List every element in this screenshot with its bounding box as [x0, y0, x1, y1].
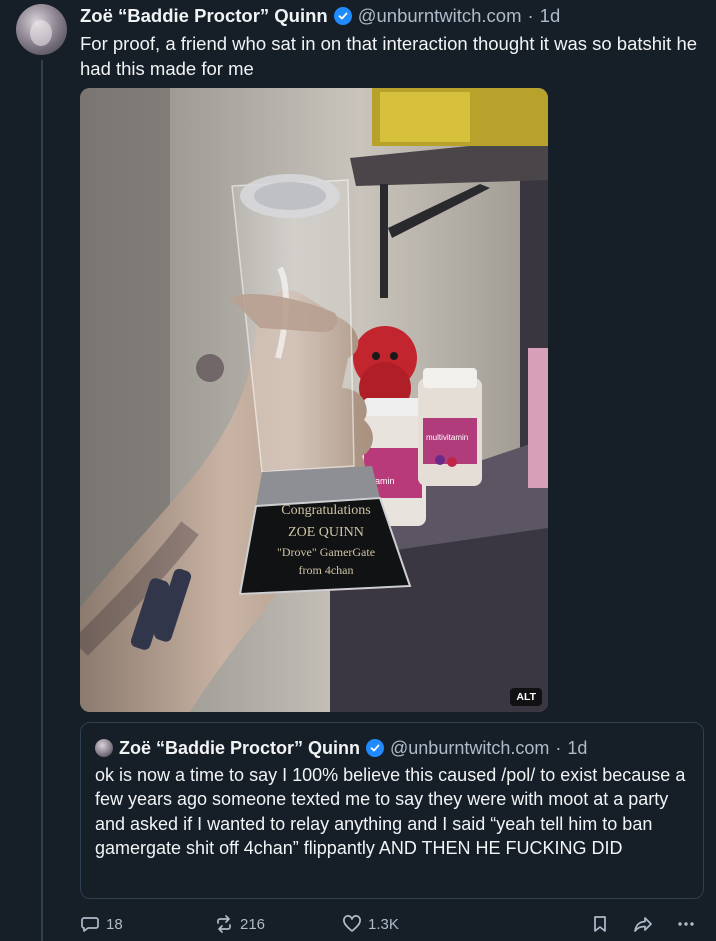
avatar[interactable]	[16, 4, 67, 55]
reply-icon	[81, 917, 99, 932]
bookmark-button[interactable]	[590, 912, 610, 936]
thread-line	[41, 60, 43, 941]
like-button[interactable]: 1.3K	[342, 912, 399, 936]
like-icon	[343, 915, 361, 932]
repost-icon	[217, 915, 231, 933]
quote-author-name: Zoë “Baddie Proctor” Quinn	[119, 737, 361, 758]
quote-author-handle: @unburntwitch.com	[390, 737, 550, 758]
post-text: For proof, a friend who sat in on that i…	[80, 33, 698, 79]
more-button[interactable]	[676, 912, 696, 936]
quote-text: ok is now a time to say I 100% believe t…	[95, 765, 686, 859]
reply-button[interactable]: 18	[80, 912, 123, 936]
bottle-label: multivitamin	[426, 433, 468, 442]
reply-count: 18	[106, 915, 123, 933]
more-icon	[678, 922, 694, 926]
bottle-label-2: amin	[375, 476, 395, 486]
verified-icon	[333, 7, 352, 25]
post-header: Zoë “Baddie Proctor” Quinn @unburntwitch…	[80, 4, 560, 28]
verified-icon	[366, 739, 385, 757]
plaque-line-4: from 4chan	[299, 563, 354, 577]
author-name[interactable]: Zoë “Baddie Proctor” Quinn	[80, 5, 328, 27]
post-time[interactable]: 1d	[540, 5, 561, 27]
share-button[interactable]	[632, 912, 654, 936]
bookmark-icon	[594, 916, 606, 932]
separator-dot: ·	[527, 5, 534, 26]
share-icon	[634, 917, 652, 932]
plaque-line-2: ZOE QUINN	[288, 525, 364, 540]
trophy-photo: amin multivitamin Congratulations ZOE QU…	[80, 88, 548, 712]
plaque-line-3: "Drove" GamerGate	[277, 545, 375, 559]
alt-badge[interactable]: ALT	[510, 688, 542, 706]
author-handle[interactable]: @unburntwitch.com	[358, 5, 522, 27]
repost-button[interactable]: 216	[214, 912, 265, 936]
plaque-line-1: Congratulations	[281, 503, 370, 518]
quote-time: 1d	[567, 737, 588, 758]
quote-avatar	[95, 739, 113, 757]
post-image[interactable]: amin multivitamin Congratulations ZOE QU…	[80, 88, 548, 712]
action-bar: 18 216 1.3K	[80, 912, 704, 936]
quote-header: Zoë “Baddie Proctor” Quinn @unburntwitch…	[95, 737, 587, 759]
repost-count: 216	[240, 915, 266, 933]
like-count: 1.3K	[368, 915, 399, 933]
separator-dot: ·	[555, 737, 562, 758]
quoted-post[interactable]: Zoë “Baddie Proctor” Quinn @unburntwitch…	[80, 722, 704, 899]
